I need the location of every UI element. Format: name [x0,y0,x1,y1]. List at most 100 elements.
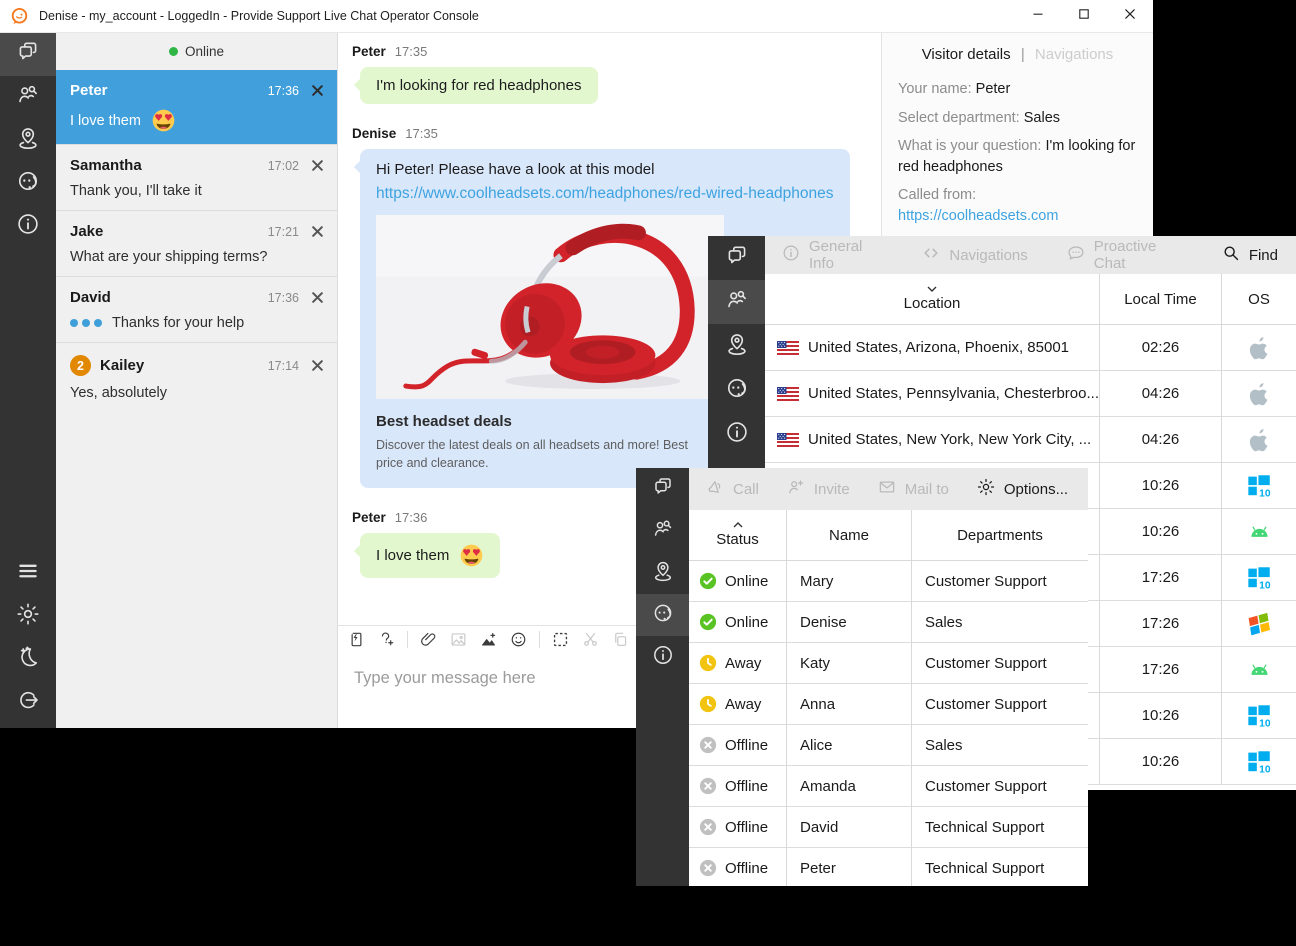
main-sidebar-item-visitors[interactable] [0,76,56,119]
visitors-sidebar-item-operators[interactable] [708,368,765,412]
visitors-proactive-chat-button: Proactive Chat [1066,238,1183,272]
visitor-row[interactable]: United States, Pennsylvania, Chesterbroo… [765,371,1296,417]
visitors-sidebar-item-visitors[interactable] [708,280,765,324]
operators-sidebar-item-visitors[interactable] [636,510,689,552]
visitors-sidebar-item-info[interactable] [708,412,765,456]
titlebar[interactable]: Denise - my_account - LoggedIn - Provide… [0,0,1153,33]
visitor-row[interactable]: United States, Arizona, Phoenix, 8500102… [765,325,1296,371]
operators-sidebar-item-operators[interactable] [636,594,689,636]
location-text: United States, Arizona, Phoenix, 85001 [808,339,1069,356]
status-cell: Away [689,643,787,683]
operators-sidebar-item-chats[interactable] [636,468,689,510]
close-chat-icon[interactable] [311,159,324,172]
minimize-icon [1032,7,1044,25]
toolbar-separator [539,631,540,648]
column-header-departments[interactable]: Departments [912,510,1088,560]
chat-dots-icon [1066,243,1086,267]
emoji-icon[interactable] [509,630,528,649]
operators-options-label: Options... [1004,481,1068,498]
operators-sidebar-item-geo[interactable] [636,552,689,594]
visitor-panel-tabs: Visitor details | Navigations [898,46,1137,63]
window-close-button[interactable] [1107,0,1153,32]
window-minimize-button[interactable] [1015,0,1061,32]
location-cell: United States, Arizona, Phoenix, 85001 [765,325,1100,370]
operators-window-main: CallInviteMail toOptions... StatusNameDe… [689,468,1088,886]
people-search-icon [651,517,675,546]
status-cell: Online [689,561,787,601]
main-sidebar-item-settings[interactable] [0,595,56,638]
visitor-row[interactable]: United States, New York, New York City, … [765,417,1296,463]
message-link[interactable]: https://www.coolheadsets.com/headphones/… [376,185,834,203]
push-image-icon[interactable] [479,630,498,649]
chat-item-preview-text: I love them [70,113,141,129]
chat-list-item[interactable]: David17:36Thanks for your help [56,276,337,342]
chat-item-name: Peter [70,82,108,99]
operators-sidebar-item-info[interactable] [636,636,689,678]
department-cell: Customer Support [912,766,1088,806]
chat-list-item[interactable]: Samantha17:02 Thank you, I'll take it [56,144,337,210]
main-sidebar-item-chats[interactable] [0,33,56,76]
operator-row[interactable]: AwayKatyCustomer Support [689,643,1088,684]
column-header-os[interactable]: OS [1222,274,1296,324]
operator-row[interactable]: OnlineDeniseSales [689,602,1088,643]
column-header-status[interactable]: Status [689,510,787,560]
maximize-icon [1078,7,1090,25]
main-sidebar-item-operators[interactable] [0,162,56,205]
column-header-name[interactable]: Name [787,510,912,560]
geo-pin-icon [15,125,41,156]
main-sidebar-item-info[interactable] [0,205,56,248]
chats-icon [651,475,675,504]
close-chat-icon[interactable] [311,291,324,304]
status-label: Away [725,696,761,713]
people-search-icon [15,82,41,113]
close-chat-icon[interactable] [311,225,324,238]
close-chat-icon[interactable] [311,84,324,97]
operator-row[interactable]: OfflineDavidTechnical Support [689,807,1088,848]
main-sidebar-item-theme[interactable] [0,638,56,681]
operator-row[interactable]: AwayAnnaCustomer Support [689,684,1088,725]
operator-row[interactable]: OnlineMaryCustomer Support [689,561,1088,602]
column-header-location[interactable]: Location [765,274,1100,324]
canned-response-icon[interactable] [347,630,366,649]
cut-icon [581,630,600,649]
operators-options-button[interactable]: Options... [976,477,1068,501]
tab-navigations[interactable]: Navigations [1035,46,1113,63]
chat-list-item[interactable]: Jake17:21What are your shipping terms? [56,210,337,276]
visitors-sidebar-item-chats[interactable] [708,236,765,280]
operator-row[interactable]: OfflineAliceSales [689,725,1088,766]
operator-row[interactable]: OfflineAmandaCustomer Support [689,766,1088,807]
column-header-local-time[interactable]: Local Time [1100,274,1222,324]
os-cell: 10 [1222,555,1296,600]
visitor-field: What is your question: I'm looking for r… [898,136,1137,177]
us-flag-icon [777,387,799,401]
visitor-field-link[interactable]: https://coolheadsets.com [898,208,1058,224]
chat-item-header: Jake17:21 [70,223,324,240]
status-online-icon [699,613,717,631]
chats-icon [15,39,41,70]
main-sidebar-item-geo[interactable] [0,119,56,162]
close-chat-icon[interactable] [311,359,324,372]
chat-list-item[interactable]: 2Kailey17:14Yes, absolutely [56,342,337,412]
operator-status[interactable]: Online [56,33,337,70]
chat-item-preview-text: Thank you, I'll take it [70,183,202,199]
chat-list-item[interactable]: Peter17:36I love them [56,70,337,144]
main-sidebar-item-logout[interactable] [0,681,56,724]
attach-file-icon[interactable] [419,630,438,649]
operator-row[interactable]: OfflinePeterTechnical Support [689,848,1088,886]
message-text-content: Hi Peter! Please have a look at this mod… [376,161,654,178]
main-sidebar-item-menu[interactable] [0,552,56,595]
gear-icon [15,601,41,632]
status-away-icon [699,695,717,713]
add-canned-response-icon[interactable] [377,630,396,649]
moon-icon [15,644,41,675]
tab-visitor-details[interactable]: Visitor details [922,46,1011,63]
visitors-find-button[interactable]: Find [1221,243,1278,267]
select-area-icon[interactable] [551,630,570,649]
local-time-cell: 10:26 [1100,509,1222,554]
status-offline-icon [699,818,717,836]
window-maximize-button[interactable] [1061,0,1107,32]
chat-item-header: Samantha17:02 [70,157,324,174]
visitors-sidebar-item-geo[interactable] [708,324,765,368]
visitors-find-label: Find [1249,247,1278,264]
chat-item-time: 17:14 [268,359,299,373]
